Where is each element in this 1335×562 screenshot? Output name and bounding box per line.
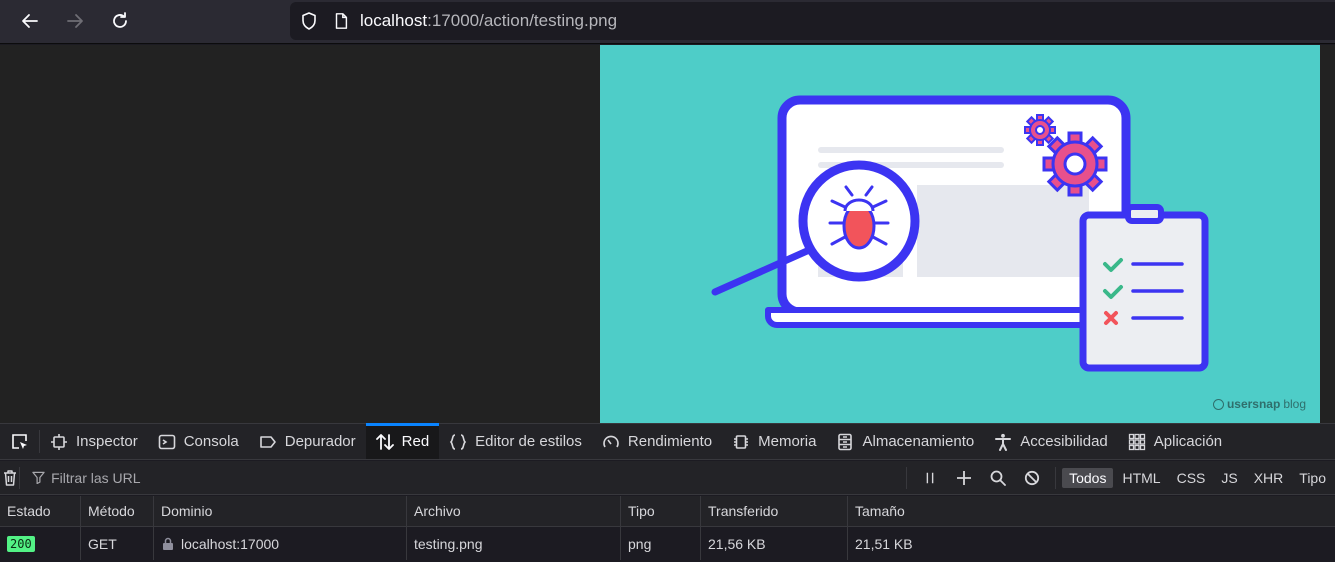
filter-type-other[interactable]: Tipo — [1292, 468, 1333, 488]
column-header-domain[interactable]: Dominio — [154, 496, 407, 526]
tab-storage[interactable]: Almacenamiento — [826, 424, 984, 459]
method-cell: GET — [81, 527, 154, 560]
tab-performance[interactable]: Rendimiento — [592, 424, 722, 459]
tab-network[interactable]: Red — [365, 423, 440, 459]
filter-type-xhr[interactable]: XHR — [1247, 468, 1291, 488]
search-icon — [990, 470, 1006, 486]
watermark-brand: usersnap — [1226, 397, 1281, 411]
storage-icon — [838, 433, 853, 450]
watermark-suffix: blog — [1283, 397, 1306, 411]
page-icon — [330, 10, 352, 32]
block-requests-button[interactable] — [1015, 466, 1049, 490]
filter-type-js[interactable]: JS — [1214, 468, 1244, 488]
url-bar[interactable]: localhost:17000/action/testing.png — [290, 2, 1335, 40]
trash-icon — [3, 469, 16, 486]
tab-label: Memoria — [758, 433, 817, 450]
url-text[interactable]: localhost:17000/action/testing.png — [360, 11, 617, 31]
forward-button[interactable] — [59, 6, 91, 36]
tab-memory[interactable]: Memoria — [722, 424, 826, 459]
file-cell: testing.png — [407, 527, 621, 560]
element-picker-icon — [11, 433, 27, 449]
network-icon — [375, 433, 394, 450]
tab-label: Accesibilidad — [1020, 433, 1108, 450]
back-button[interactable] — [14, 6, 46, 36]
divider — [1055, 466, 1057, 489]
column-header-size[interactable]: Tamaño — [848, 496, 1335, 526]
tab-debugger[interactable]: Depurador — [249, 424, 366, 459]
tab-label: Red — [401, 433, 430, 450]
pause-icon — [926, 472, 934, 483]
filter-type-html[interactable]: HTML — [1115, 468, 1167, 488]
arrow-right-icon — [67, 14, 83, 28]
inspector-icon — [51, 433, 67, 450]
block-icon — [1024, 470, 1040, 485]
memory-icon — [734, 434, 749, 449]
column-header-type[interactable]: Tipo — [621, 496, 701, 526]
arrow-left-icon — [22, 14, 38, 28]
tab-console[interactable]: Consola — [148, 424, 249, 459]
application-icon — [1128, 433, 1145, 450]
status-cell: 200 — [0, 527, 81, 560]
performance-icon — [603, 435, 619, 447]
tab-application[interactable]: Aplicación — [1118, 424, 1232, 459]
network-filter-bar: Filtrar las URL Todos HTML CSS JS XHR Ti… — [0, 461, 1335, 495]
debugger-icon — [259, 435, 276, 448]
domain-text: localhost:17000 — [181, 535, 280, 552]
column-header-file[interactable]: Archivo — [407, 496, 621, 526]
type-cell: png — [621, 527, 701, 560]
pause-button[interactable] — [913, 466, 947, 490]
usersnap-watermark: usersnap blog — [1212, 397, 1306, 411]
console-icon — [158, 434, 176, 449]
tab-inspector[interactable]: Inspector — [40, 424, 148, 459]
filter-placeholder: Filtrar las URL — [51, 469, 141, 486]
plus-icon — [957, 470, 972, 485]
testing-image: usersnap blog — [600, 45, 1320, 423]
clear-requests-button[interactable] — [0, 466, 21, 489]
size-cell: 21,51 KB — [855, 535, 913, 552]
tab-label: Almacenamiento — [862, 433, 975, 450]
divider — [906, 466, 908, 489]
column-header-status[interactable]: Estado — [0, 496, 81, 526]
tab-label: Consola — [183, 433, 239, 450]
style-editor-icon — [450, 433, 467, 450]
tab-label: Editor de estilos — [475, 433, 582, 450]
domain-cell: localhost:17000 — [154, 527, 407, 560]
status-badge: 200 — [7, 535, 35, 552]
testing-illustration — [711, 95, 1209, 372]
tab-label: Depurador — [284, 433, 356, 450]
table-row[interactable]: 200 GET localhost:17000 testing.png png … — [0, 527, 1335, 560]
element-picker-button[interactable] — [0, 430, 40, 453]
shield-icon[interactable] — [298, 10, 320, 32]
devtools-tabbar: Inspector Consola Depurador Red Editor d… — [0, 423, 1335, 460]
tab-accessibility[interactable]: Accesibilidad — [984, 424, 1118, 459]
reload-button[interactable] — [104, 6, 136, 36]
page-content: usersnap blog — [0, 45, 1335, 423]
url-path: :17000/action/testing.png — [427, 11, 618, 30]
filter-icon — [32, 471, 45, 484]
column-header-transferred[interactable]: Transferido — [701, 496, 848, 526]
url-filter-input[interactable]: Filtrar las URL — [20, 470, 900, 486]
tab-label: Aplicación — [1153, 433, 1223, 450]
table-header: Estado Método Dominio Archivo Tipo Trans… — [0, 496, 1335, 527]
filter-type-all[interactable]: Todos — [1062, 467, 1114, 488]
search-button[interactable] — [981, 466, 1015, 490]
usersnap-logo-icon — [1212, 398, 1224, 410]
url-host: localhost — [360, 11, 428, 30]
tab-style-editor[interactable]: Editor de estilos — [439, 424, 592, 459]
accessibility-icon — [995, 433, 1012, 451]
filter-actions: Todos HTML CSS JS XHR Tipo — [900, 461, 1335, 494]
reload-icon — [113, 12, 127, 28]
requests-table: Estado Método Dominio Archivo Tipo Trans… — [0, 496, 1335, 560]
lock-icon — [161, 537, 175, 551]
tab-label: Rendimiento — [627, 433, 713, 450]
new-request-button[interactable] — [947, 466, 981, 490]
transferred-cell: 21,56 KB — [701, 527, 848, 560]
browser-toolbar: localhost:17000/action/testing.png — [0, 0, 1335, 44]
column-header-method[interactable]: Método — [81, 496, 154, 526]
tab-label: Inspector — [76, 433, 138, 450]
filter-type-css[interactable]: CSS — [1170, 468, 1213, 488]
